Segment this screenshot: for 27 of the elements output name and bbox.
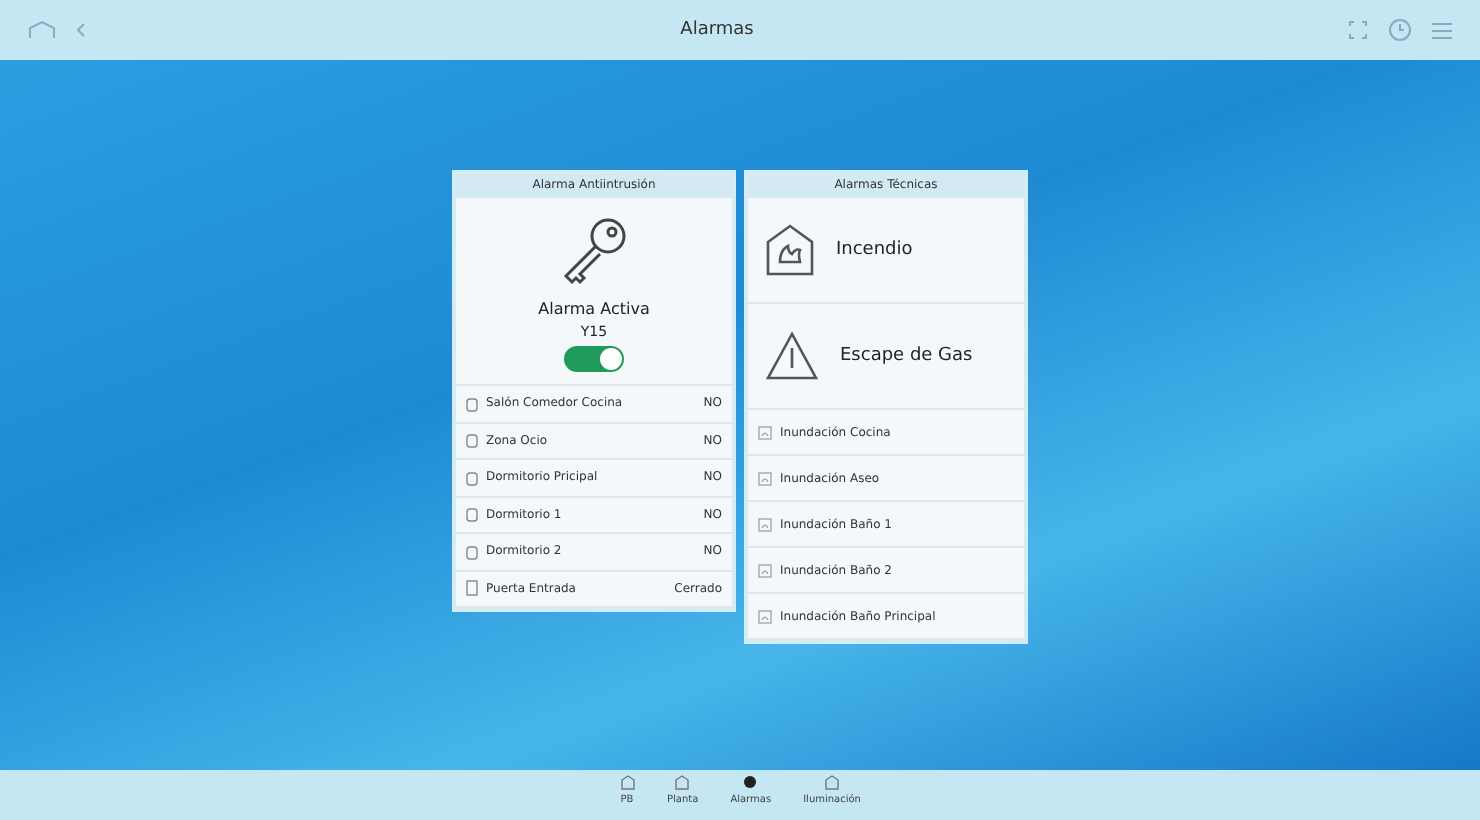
fullscreen-icon[interactable] xyxy=(1348,20,1368,40)
alarm-status: Alarma Activa xyxy=(538,300,650,318)
water-icon xyxy=(758,563,772,577)
back-icon[interactable] xyxy=(76,22,86,38)
water-icon xyxy=(758,609,772,623)
menu-icon[interactable] xyxy=(1432,21,1452,39)
water-icon xyxy=(758,471,772,485)
house-icon xyxy=(619,774,636,790)
fire-icon xyxy=(764,222,816,278)
alarm-label: Escape de Gas xyxy=(840,346,973,366)
sensor-icon xyxy=(466,395,478,412)
house-icon xyxy=(674,774,691,790)
sensor-icon xyxy=(466,506,478,523)
sensor-icon xyxy=(466,543,478,560)
water-icon xyxy=(758,425,772,439)
water-icon xyxy=(758,517,772,531)
dot-icon xyxy=(742,774,759,790)
window-title: Alarmas xyxy=(678,20,756,40)
alarm-toggle[interactable] xyxy=(564,346,624,372)
sensor-icon xyxy=(466,469,478,486)
sensor-icon xyxy=(466,432,478,449)
house-icon xyxy=(824,774,841,790)
history-icon[interactable] xyxy=(1388,18,1412,42)
alarm-label: Incendio xyxy=(836,240,913,260)
home-icon[interactable] xyxy=(28,20,56,40)
door-icon xyxy=(466,580,478,597)
warning-icon xyxy=(764,330,820,382)
